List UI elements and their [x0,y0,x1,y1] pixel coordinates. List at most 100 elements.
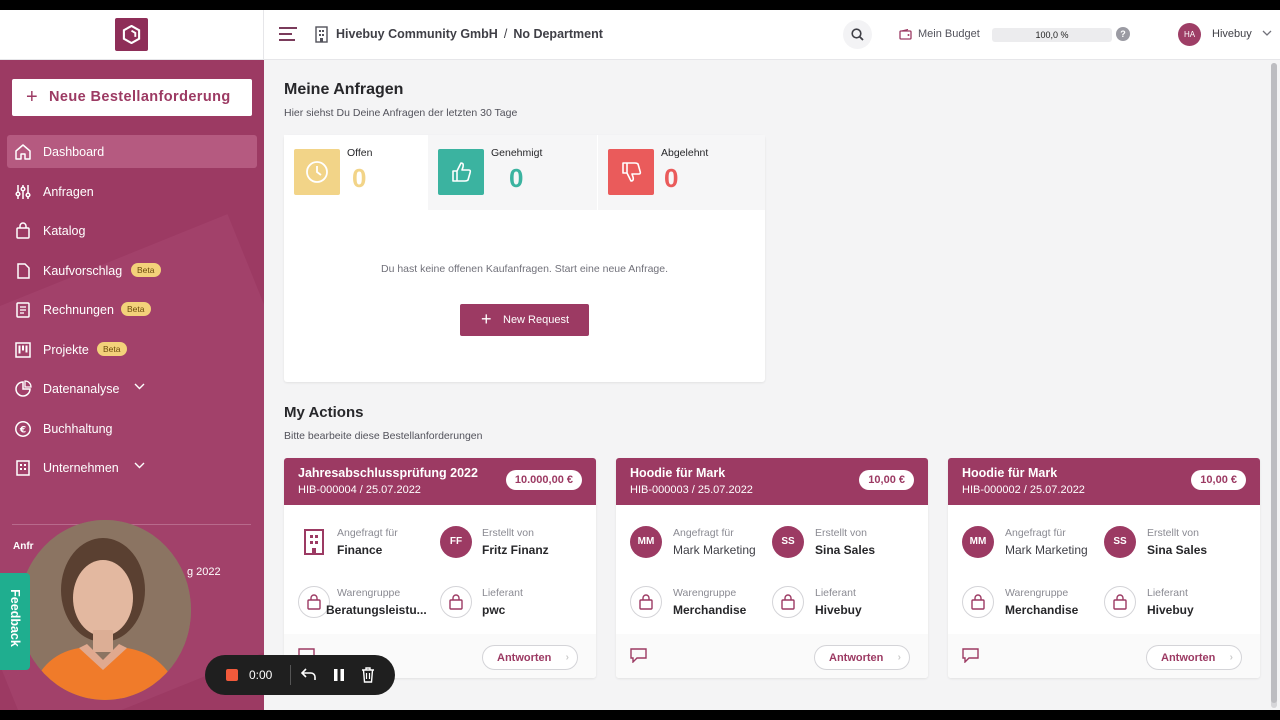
card-title: Jahresabschlussprüfung 2022 [298,466,478,480]
user-avatar[interactable]: HA [1178,23,1201,46]
home-icon [15,144,31,160]
created-by-label: Erstellt von [1147,527,1199,539]
thumbs-down-icon [608,149,654,195]
breadcrumb: Hivebuy Community GmbH / No Department [336,27,603,41]
category-label: Warengruppe [337,587,401,599]
undo-icon[interactable] [301,667,317,682]
stop-record-button[interactable] [226,669,238,681]
requests-card: Offen 0 Genehmigt 0 Abgelehnt 0 Du hast … [284,135,765,382]
breadcrumb-separator: / [503,27,508,41]
sliders-icon [15,185,31,199]
person-image [19,520,191,700]
stat-open[interactable]: Offen 0 [284,135,427,210]
recorder-divider [290,665,291,685]
chevron-right-icon: › [565,652,569,663]
wallet-icon [899,29,912,40]
stat-approved[interactable]: Genehmigt 0 [428,135,597,210]
card-title: Hoodie für Mark [962,466,1058,480]
requested-for-label: Angefragt für [337,527,398,539]
hamburger-menu-icon[interactable] [279,27,297,41]
comment-icon[interactable] [962,648,979,663]
sidebar-item-label: Dashboard [43,145,105,159]
new-purchase-request-label: Neue Bestellanforderung [49,89,231,105]
new-purchase-request-button[interactable]: + Neue Bestellanforderung [12,79,252,116]
empty-state-message: Du hast keine offenen Kaufanfragen. Star… [380,263,669,275]
reply-button[interactable]: Antworten › [482,645,578,670]
building-icon [16,460,30,476]
trash-icon[interactable] [361,667,375,683]
sidebar-section-item[interactable]: g 2022 [187,566,221,578]
budget-widget[interactable]: Mein Budget 100,0 % ? [888,19,1142,50]
card-title: Hoodie für Mark [630,466,726,480]
sidebar-item-kaufvorschlag[interactable]: Kaufvorschlag Beta [7,254,257,287]
stat-rejected[interactable]: Abgelehnt 0 [598,135,765,210]
thumbs-up-icon [438,149,484,195]
clock-icon [294,149,340,195]
card-id-date: HIB-000003 / 25.07.2022 [630,484,753,496]
chevron-down-icon[interactable] [134,383,145,390]
sidebar-item-label: Buchhaltung [43,422,113,436]
supplier-icon [1104,586,1136,618]
price-badge: 10,00 € [1191,470,1246,490]
supplier-value: Hivebuy [1147,603,1194,617]
document-icon [17,263,30,279]
breadcrumb-company[interactable]: Hivebuy Community GmbH [336,27,498,41]
logo-area [0,10,264,60]
reply-label: Antworten [829,652,884,664]
reply-button[interactable]: Antworten › [814,645,910,670]
stat-value: 0 [509,163,524,193]
scrollbar[interactable] [1271,63,1277,708]
sidebar-item-unternehmen[interactable]: Unternehmen [7,451,257,484]
sidebar-item-projekte[interactable]: Projekte Beta [7,333,257,366]
sidebar-item-label: Datenanalyse [43,382,120,396]
webcam-bubble[interactable] [19,520,191,700]
shopping-bag-icon [16,222,30,239]
creator-avatar: SS [1104,526,1136,558]
receipt-icon [16,302,30,318]
building-icon [315,26,328,43]
hivebuy-logo[interactable] [115,18,148,51]
scrollbar-thumb[interactable] [1271,63,1277,703]
category-value: Merchandise [1005,603,1079,617]
category-label: Warengruppe [673,587,737,599]
card-header: Jahresabschlussprüfung 2022 HIB-000004 /… [284,458,596,505]
feedback-tab[interactable]: Feedback [0,573,30,670]
supplier-label: Lieferant [1147,587,1188,599]
search-button[interactable] [843,20,872,49]
user-name[interactable]: Hivebuy [1212,28,1252,40]
creator-avatar: SS [772,526,804,558]
kanban-icon [15,342,31,358]
reply-button[interactable]: Antworten › [1146,645,1242,670]
pause-icon[interactable] [333,668,345,682]
help-icon[interactable]: ? [1116,27,1130,41]
sidebar-item-label: Kaufvorschlag [43,264,123,278]
actions-title: My Actions [284,404,364,421]
chevron-down-icon[interactable] [1262,30,1272,36]
top-bar: Hivebuy Community GmbH / No Department Mei… [0,10,1280,60]
sidebar-item-rechnungen[interactable]: Rechnungen Beta [7,293,257,326]
sidebar-section-label: Anfr [13,541,34,552]
action-card[interactable]: Hoodie für Mark HIB-000003 / 25.07.2022 … [616,458,928,678]
feedback-label: Feedback [8,589,22,647]
comment-icon[interactable] [630,648,647,663]
sidebar-item-katalog[interactable]: Katalog [7,214,257,247]
new-request-button[interactable]: + New Request [460,304,589,336]
sidebar-item-buchhaltung[interactable]: € Buchhaltung [7,412,257,445]
supplier-label: Lieferant [482,587,523,599]
action-card[interactable]: Jahresabschlussprüfung 2022 HIB-000004 /… [284,458,596,678]
sidebar-item-anfragen[interactable]: Anfragen [7,175,257,208]
reply-label: Antworten [1161,652,1216,664]
card-id-date: HIB-000004 / 25.07.2022 [298,484,421,496]
page-subtitle: Hier siehst Du Deine Anfragen der letzte… [284,107,518,119]
action-card[interactable]: Hoodie für Mark HIB-000002 / 25.07.2022 … [948,458,1260,678]
budget-progress-bar: 100,0 % [992,28,1112,42]
breadcrumb-department[interactable]: No Department [513,27,603,41]
requested-for-label: Angefragt für [1005,527,1066,539]
supplier-label: Lieferant [815,587,856,599]
sidebar-item-datenanalyse[interactable]: Datenanalyse [7,372,257,405]
budget-value: 100,0 % [1035,30,1069,40]
chevron-down-icon[interactable] [134,462,145,469]
svg-text:€: € [19,426,26,436]
category-icon [630,586,662,618]
sidebar-item-dashboard[interactable]: Dashboard [7,135,257,168]
